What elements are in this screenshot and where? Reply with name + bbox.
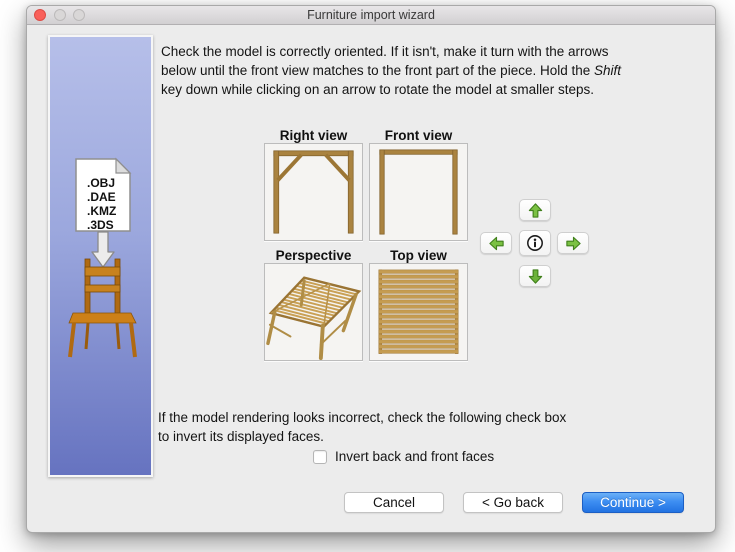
right-view-panel <box>264 143 363 241</box>
model-file-icon: .OBJ .DAE .KMZ .3DS <box>76 159 130 232</box>
front-view-label: Front view <box>369 128 468 143</box>
invert-faces-checkbox[interactable] <box>313 450 327 464</box>
chair-icon <box>69 259 136 357</box>
front-view-panel <box>369 143 468 241</box>
instruction-line-2: below until the front view matches to th… <box>161 61 621 80</box>
go-back-button[interactable]: < Go back <box>463 492 563 513</box>
format-obj: .OBJ <box>87 176 115 190</box>
info-circle-icon <box>526 234 544 252</box>
format-3ds: .3DS <box>87 218 114 232</box>
perspective-view-panel <box>264 263 363 361</box>
import-down-arrow-icon <box>92 232 114 267</box>
green-arrow-left-icon <box>488 235 505 252</box>
top-view-panel <box>369 263 468 361</box>
title-bar: Furniture import wizard <box>27 6 715 25</box>
instruction-line-2-text: below until the front view matches to th… <box>161 63 594 78</box>
top-view-label: Top view <box>369 248 468 263</box>
faces-line-2: to invert its displayed faces. <box>158 427 566 446</box>
instruction-line-3: key down while clicking on an arrow to r… <box>161 80 621 99</box>
top-view-image <box>370 264 467 360</box>
invert-faces-row: Invert back and front faces <box>313 449 494 464</box>
cancel-button[interactable]: Cancel <box>344 492 444 513</box>
window-title: Furniture import wizard <box>27 8 715 22</box>
format-kmz: .KMZ <box>87 204 116 218</box>
rotate-up-button[interactable] <box>519 199 551 221</box>
front-view-image <box>370 144 467 240</box>
invert-faces-label[interactable]: Invert back and front faces <box>335 449 494 464</box>
continue-button[interactable]: Continue > <box>582 492 684 513</box>
green-arrow-down-icon <box>527 268 544 285</box>
rotate-right-button[interactable] <box>557 232 589 254</box>
faces-line-1: If the model rendering looks incorrect, … <box>158 408 566 427</box>
shift-keyword: Shift <box>594 63 621 78</box>
perspective-view-image <box>265 264 362 360</box>
furniture-import-wizard-window: Furniture import wizard .OBJ .DAE .KMZ .… <box>26 5 716 533</box>
green-arrow-up-icon <box>527 202 544 219</box>
rotate-down-button[interactable] <box>519 265 551 287</box>
right-view-label: Right view <box>264 128 363 143</box>
import-illustration: .OBJ .DAE .KMZ .3DS <box>50 37 151 475</box>
right-view-image <box>265 144 362 240</box>
info-button[interactable] <box>519 230 551 256</box>
orientation-instructions: Check the model is correctly oriented. I… <box>161 42 621 99</box>
wizard-sidebar-illustration: .OBJ .DAE .KMZ .3DS <box>48 35 153 477</box>
green-arrow-right-icon <box>565 235 582 252</box>
format-dae: .DAE <box>87 190 116 204</box>
faces-instructions: If the model rendering looks incorrect, … <box>158 408 566 446</box>
rotate-left-button[interactable] <box>480 232 512 254</box>
instruction-line-1: Check the model is correctly oriented. I… <box>161 42 621 61</box>
perspective-view-label: Perspective <box>264 248 363 263</box>
